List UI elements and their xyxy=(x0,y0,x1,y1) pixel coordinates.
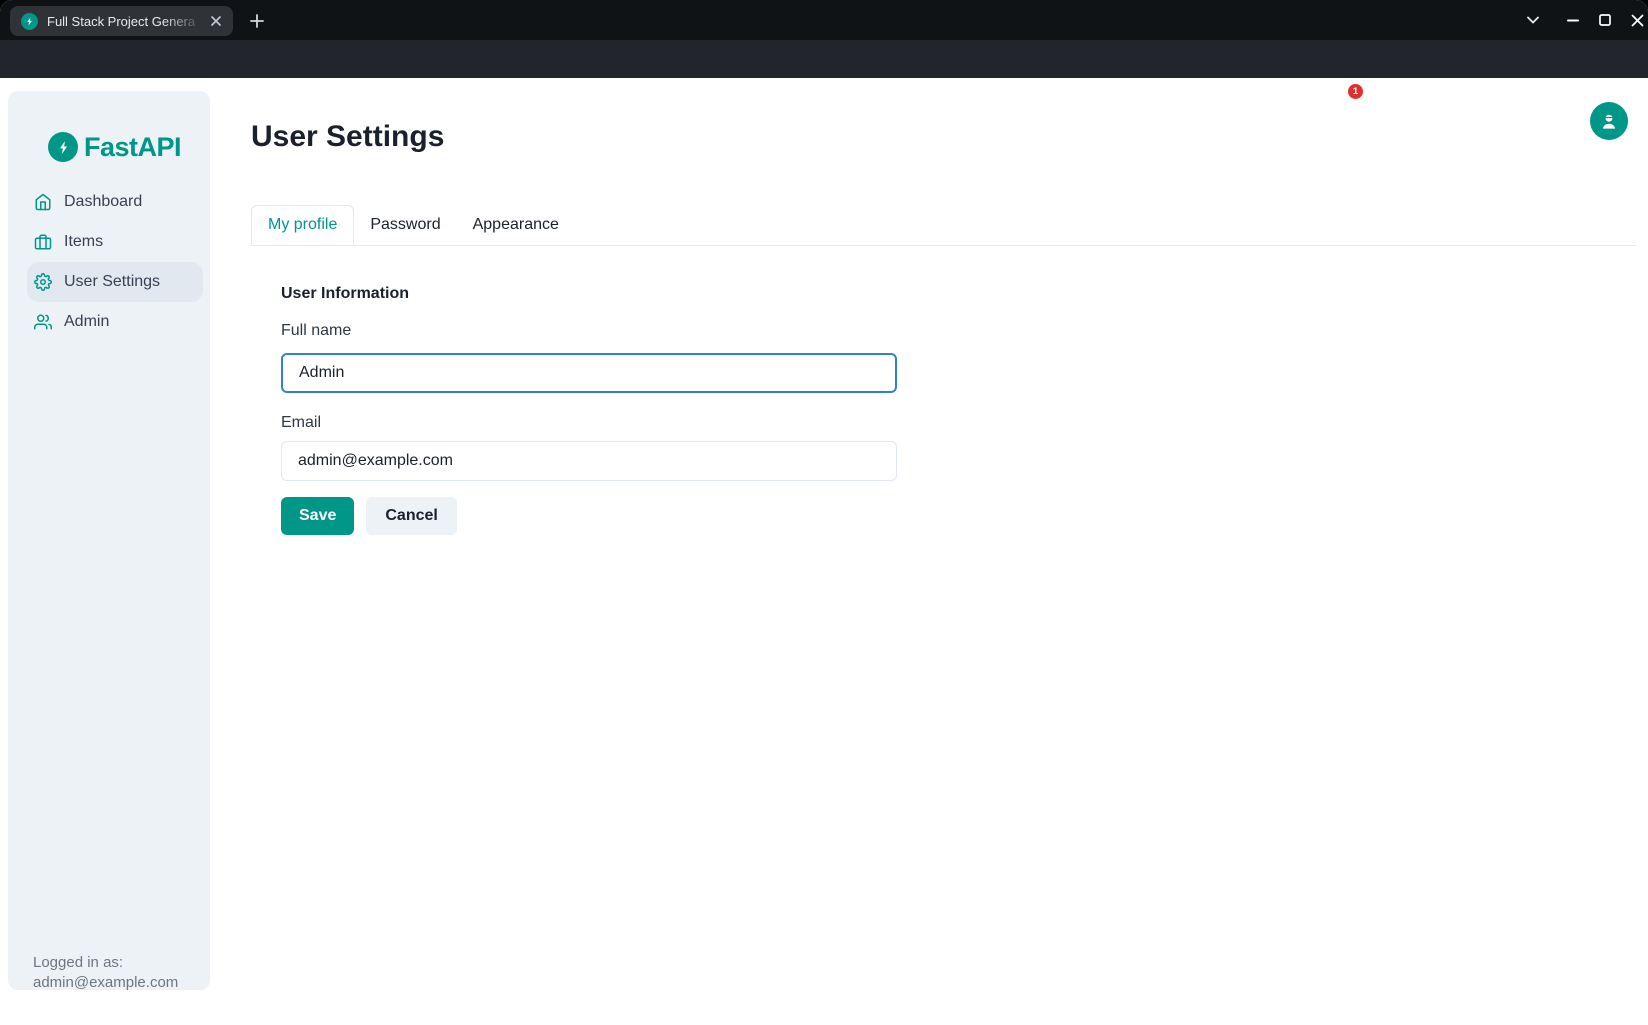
new-tab-button[interactable] xyxy=(244,8,270,34)
browser-toolbar: localhost/settings xyxy=(0,40,1648,78)
sidebar-item-label: Admin xyxy=(64,313,109,331)
rewards-notification-badge: 1 xyxy=(1348,84,1363,99)
browser-titlebar: Full Stack Project Genera xyxy=(0,0,1648,40)
sidebar-item-label: Items xyxy=(64,233,103,251)
settings-tabs: My profile Password Appearance xyxy=(251,205,1636,246)
user-menu-button[interactable] xyxy=(1590,102,1628,140)
section-title: User Information xyxy=(281,285,409,303)
browser-window: Full Stack Project Genera xyxy=(0,0,1648,1025)
form-actions: Save Cancel xyxy=(281,497,457,535)
tab-search-chevron-icon[interactable] xyxy=(1516,0,1550,40)
fastapi-logo[interactable]: FastAPI xyxy=(48,132,181,162)
user-avatar-icon xyxy=(1599,111,1619,131)
tab-appearance[interactable]: Appearance xyxy=(457,205,575,245)
users-icon xyxy=(34,313,52,331)
page-content: FastAPI Dashboard Items xyxy=(0,78,1648,1025)
cancel-button[interactable]: Cancel xyxy=(366,497,456,535)
sidebar-item-admin[interactable]: Admin xyxy=(27,302,203,342)
sidebar-item-label: Dashboard xyxy=(64,193,142,211)
tab-my-profile[interactable]: My profile xyxy=(251,205,354,245)
fastapi-logo-icon xyxy=(48,132,78,162)
fastapi-logo-text: FastAPI xyxy=(84,132,181,163)
logged-in-label: Logged in as: xyxy=(33,953,178,973)
tab-close-icon[interactable] xyxy=(207,12,225,30)
sidebar-item-items[interactable]: Items xyxy=(27,222,203,262)
window-close-button[interactable] xyxy=(1620,0,1648,40)
save-button[interactable]: Save xyxy=(281,497,354,535)
window-minimize-button[interactable] xyxy=(1556,0,1590,40)
browser-tab[interactable]: Full Stack Project Genera xyxy=(10,6,233,36)
email-label: Email xyxy=(281,414,321,432)
window-maximize-button[interactable] xyxy=(1588,0,1622,40)
tab-title: Full Stack Project Genera xyxy=(47,14,207,29)
full-name-input[interactable] xyxy=(281,353,897,393)
page-title: User Settings xyxy=(251,118,444,156)
sidebar-nav: Dashboard Items User Settings xyxy=(27,182,203,342)
app-sidebar: FastAPI Dashboard Items xyxy=(8,91,210,990)
briefcase-icon xyxy=(34,233,52,251)
fastapi-favicon-icon xyxy=(21,13,38,30)
gear-icon xyxy=(34,273,52,291)
logged-in-email: admin@example.com xyxy=(33,973,178,993)
sidebar-item-user-settings[interactable]: User Settings xyxy=(27,262,203,302)
logged-in-info: Logged in as: admin@example.com xyxy=(33,953,178,993)
home-icon xyxy=(34,193,52,211)
full-name-label: Full name xyxy=(281,322,351,340)
sidebar-item-label: User Settings xyxy=(64,273,160,291)
email-input[interactable] xyxy=(281,441,897,481)
tab-password[interactable]: Password xyxy=(354,205,456,245)
sidebar-item-dashboard[interactable]: Dashboard xyxy=(27,182,203,222)
